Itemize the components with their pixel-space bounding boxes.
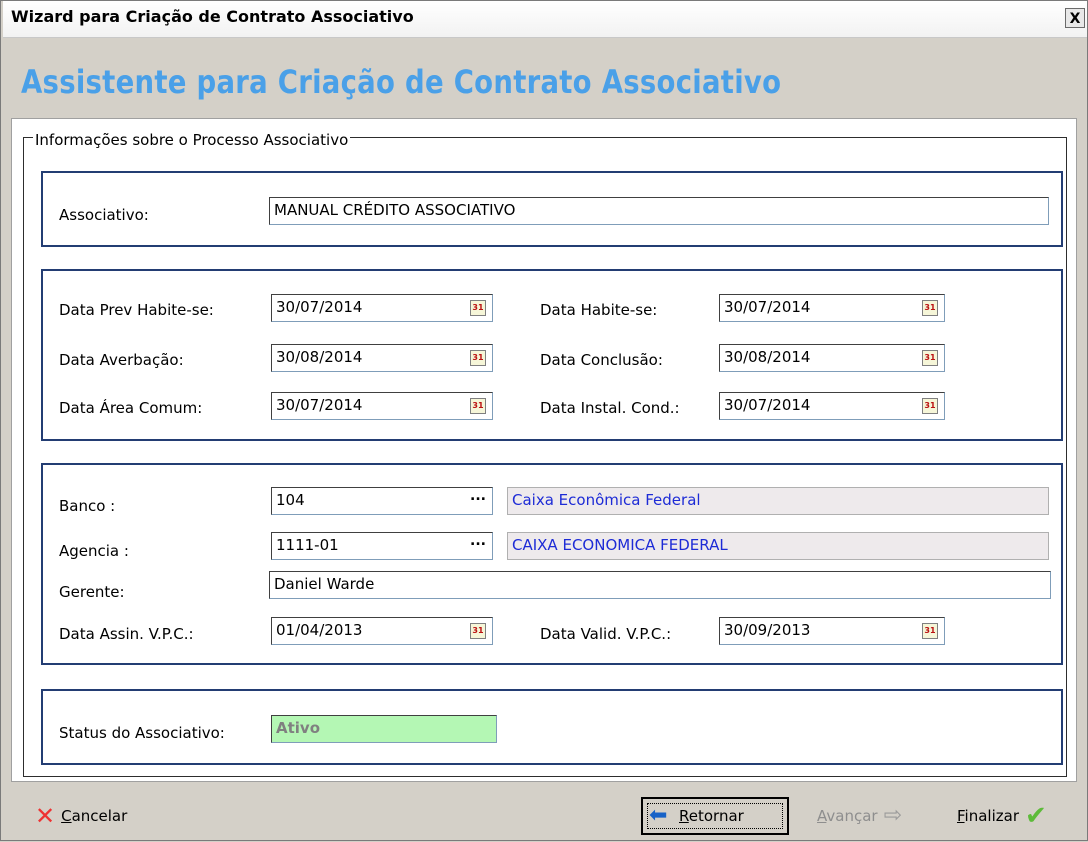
- calendar-icon[interactable]: 31: [470, 350, 486, 366]
- bank-panel: Banco : 104 ... Caixa Econômica Federal …: [41, 463, 1063, 665]
- agencia-code: 1111-01: [276, 536, 339, 554]
- habite-field[interactable]: 30/07/2014 31: [719, 294, 945, 322]
- ellipsis-icon[interactable]: ...: [470, 488, 486, 504]
- calendar-icon[interactable]: 31: [922, 398, 938, 414]
- status-label: Status do Associativo:: [59, 724, 225, 742]
- status-panel: Status do Associativo: Ativo: [41, 689, 1063, 765]
- agencia-label: Agencia :: [59, 542, 129, 560]
- calendar-icon[interactable]: 31: [470, 300, 486, 316]
- window-title: Wizard para Criação de Contrato Associat…: [11, 7, 414, 26]
- habite-label: Data Habite-se:: [540, 301, 658, 319]
- next-button[interactable]: Avançar ⇨: [817, 804, 902, 828]
- area-comum-label: Data Área Comum:: [59, 399, 203, 417]
- status-field: Ativo: [271, 715, 497, 743]
- banco-code: 104: [276, 491, 305, 509]
- footer-bar: ✕ Cancelar ⬅ Retornar Avançar ⇨ Finaliza…: [1, 791, 1088, 842]
- gerente-field[interactable]: Daniel Warde: [269, 571, 1051, 599]
- calendar-icon[interactable]: 31: [922, 350, 938, 366]
- conclusao-field[interactable]: 30/08/2014 31: [719, 344, 945, 372]
- averbacao-field[interactable]: 30/08/2014 31: [271, 344, 493, 372]
- cancel-button[interactable]: ✕ Cancelar: [35, 804, 127, 828]
- banco-field[interactable]: 104 ...: [271, 487, 493, 515]
- valid-field[interactable]: 30/09/2013 31: [719, 617, 945, 645]
- averbacao-value: 30/08/2014: [276, 348, 363, 366]
- instal-value: 30/07/2014: [724, 396, 811, 414]
- finish-label: Finalizar: [957, 807, 1019, 825]
- finish-button[interactable]: Finalizar ✔: [957, 801, 1047, 831]
- habite-value: 30/07/2014: [724, 298, 811, 316]
- focus-rect: [647, 803, 783, 829]
- dates-panel: Data Prev Habite-se: 30/07/2014 31 Data …: [41, 269, 1063, 441]
- assin-field[interactable]: 01/04/2013 31: [271, 617, 493, 645]
- valid-label: Data Valid. V.P.C.:: [540, 625, 672, 643]
- close-icon: X: [1069, 11, 1081, 27]
- associativo-label: Associativo:: [59, 206, 149, 224]
- calendar-icon[interactable]: 31: [470, 398, 486, 414]
- prev-habite-field[interactable]: 30/07/2014 31: [271, 294, 493, 322]
- back-button[interactable]: ⬅ Retornar: [641, 797, 789, 835]
- close-button[interactable]: X: [1065, 8, 1085, 28]
- valid-value: 30/09/2013: [724, 621, 811, 639]
- agencia-name-field: CAIXA ECONOMICA FEDERAL: [507, 532, 1049, 560]
- averbacao-label: Data Averbação:: [59, 351, 184, 369]
- area-comum-field[interactable]: 30/07/2014 31: [271, 392, 493, 420]
- red-x-icon: ✕: [35, 802, 56, 830]
- green-check-icon: ✔: [1024, 801, 1047, 831]
- gray-right-arrow-icon: ⇨: [883, 803, 903, 828]
- gerente-label: Gerente:: [59, 583, 125, 601]
- cancel-label: Cancelar: [61, 807, 128, 825]
- calendar-icon[interactable]: 31: [922, 623, 938, 639]
- groupbox-title: Informações sobre o Processo Associativo: [33, 131, 351, 149]
- instal-label: Data Instal. Cond.:: [540, 399, 680, 417]
- calendar-icon[interactable]: 31: [922, 300, 938, 316]
- ellipsis-icon[interactable]: ...: [470, 533, 486, 549]
- wizard-window: Wizard para Criação de Contrato Associat…: [0, 0, 1088, 841]
- next-label: Avançar: [817, 807, 878, 825]
- assin-value: 01/04/2013: [276, 621, 363, 639]
- instal-field[interactable]: 30/07/2014 31: [719, 392, 945, 420]
- banco-name-field: Caixa Econômica Federal: [507, 487, 1049, 515]
- calendar-icon[interactable]: 31: [470, 623, 486, 639]
- associativo-panel: Associativo: MANUAL CRÉDITO ASSOCIATIVO: [41, 171, 1063, 247]
- page-heading: Assistente para Criação de Contrato Asso…: [21, 63, 782, 101]
- agencia-field[interactable]: 1111-01 ...: [271, 532, 493, 560]
- prev-habite-value: 30/07/2014: [276, 298, 363, 316]
- prev-habite-label: Data Prev Habite-se:: [59, 301, 214, 319]
- banco-label: Banco :: [59, 497, 116, 515]
- associativo-field[interactable]: MANUAL CRÉDITO ASSOCIATIVO: [269, 197, 1049, 225]
- conclusao-label: Data Conclusão:: [540, 351, 663, 369]
- title-bar: Wizard para Criação de Contrato Associat…: [3, 1, 1087, 38]
- assin-label: Data Assin. V.P.C.:: [59, 625, 194, 643]
- conclusao-value: 30/08/2014: [724, 348, 811, 366]
- area-comum-value: 30/07/2014: [276, 396, 363, 414]
